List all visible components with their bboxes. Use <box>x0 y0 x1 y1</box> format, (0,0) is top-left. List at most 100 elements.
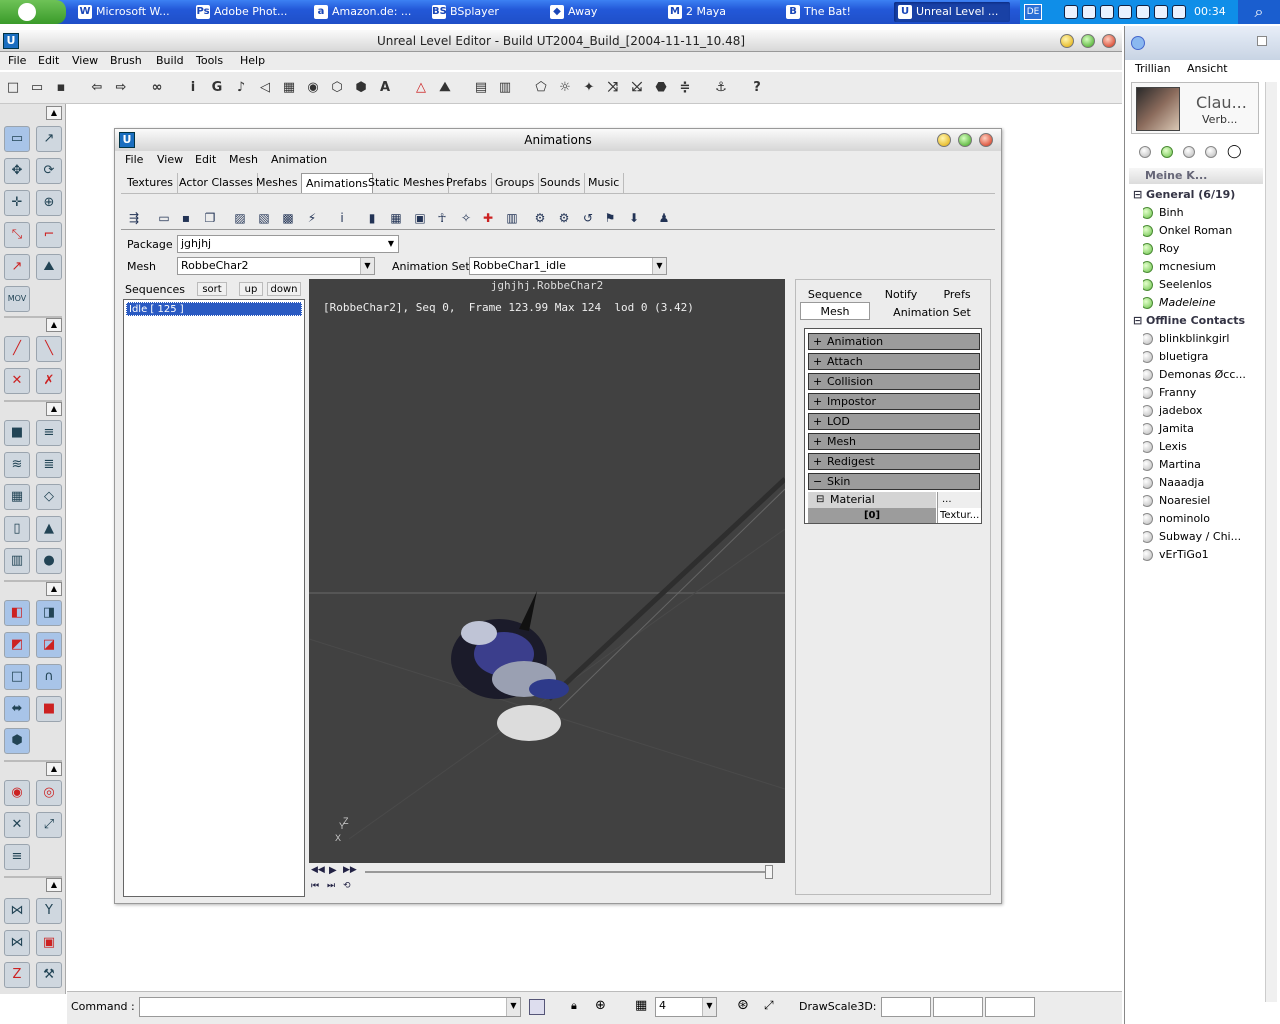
minimize-button[interactable] <box>937 133 951 147</box>
list-item[interactable]: blinkblinkgirl <box>1143 332 1261 346</box>
z-icon[interactable]: Z <box>4 962 30 988</box>
terrain-edit-icon[interactable]: ⛰ <box>36 254 62 280</box>
special-brush-icon[interactable]: ∩ <box>36 664 62 690</box>
font-icon[interactable]: A <box>376 79 394 97</box>
add-icon[interactable]: ◧ <box>4 600 30 626</box>
list-item[interactable]: Onkel Roman <box>1143 224 1261 238</box>
kismet-icon[interactable]: ▤ <box>472 79 490 97</box>
list-item[interactable]: Subway / Chi... <box>1143 530 1261 544</box>
wrench-icon[interactable]: ✕ <box>4 812 30 838</box>
material-browse-button[interactable]: ... <box>937 492 981 508</box>
light-build-icon[interactable]: ✦ <box>580 79 598 97</box>
light-icon[interactable]: ☼ <box>556 79 574 97</box>
mirror-x-icon[interactable]: ⋈ <box>4 898 30 924</box>
matinee-icon[interactable]: MOV <box>4 286 30 312</box>
collapse-icon[interactable]: ▲ <box>46 106 62 120</box>
options-icon[interactable]: ≑ <box>676 79 694 97</box>
menu-trillian[interactable]: Trillian <box>1135 62 1171 75</box>
sphere-icon[interactable]: ● <box>36 548 62 574</box>
subtract-brush-icon[interactable]: ╲ <box>36 336 62 362</box>
last-frame-icon[interactable]: ⏭ <box>327 881 341 893</box>
drawscale-y-input[interactable] <box>933 997 983 1017</box>
mirror-y-icon[interactable]: Y <box>36 898 62 924</box>
log-icon[interactable] <box>529 999 545 1015</box>
select-all-icon[interactable]: ⤢ <box>36 812 62 838</box>
list-item[interactable]: Martina <box>1143 458 1261 472</box>
list-item[interactable]: Binh <box>1143 206 1261 220</box>
timeline-slider[interactable] <box>765 865 773 879</box>
curved-stairs-icon[interactable]: ≋ <box>4 452 30 478</box>
stairs-icon[interactable]: ≡ <box>36 420 62 446</box>
antivirus-icon[interactable] <box>1172 5 1186 19</box>
collapse-icon[interactable]: ▲ <box>46 582 62 596</box>
mirror-z-icon[interactable]: ⋈ <box>4 930 30 956</box>
maximize-viewport-icon[interactable]: ⤢ <box>764 998 774 1013</box>
move-icon[interactable]: ✛ <box>4 190 30 216</box>
bounds-icon[interactable]: ▣ <box>411 209 429 227</box>
language-indicator[interactable]: DE <box>1024 4 1042 20</box>
prop-lod[interactable]: + LOD <box>808 413 980 430</box>
menu-file[interactable]: File <box>125 153 143 166</box>
list-item[interactable]: Madeleine <box>1143 296 1261 310</box>
search-icon[interactable]: ◯ <box>1227 144 1242 159</box>
music-icon[interactable]: ♪ <box>232 79 250 97</box>
tab-prefabs[interactable]: Prefabs <box>442 173 492 193</box>
open-icon[interactable]: ▭ <box>155 209 173 227</box>
grid-icon[interactable]: ▦ <box>635 998 647 1013</box>
list-item[interactable]: Franny <box>1143 386 1261 400</box>
sequence-list[interactable]: Idle [ 125 ] <box>123 299 305 897</box>
list-item[interactable]: Noaresiel <box>1143 494 1261 508</box>
group-general[interactable]: ⊟ General (6/19) <box>1133 188 1235 201</box>
tab-prefs[interactable]: Prefs <box>932 286 982 304</box>
list-item[interactable]: Idle [ 125 ] <box>126 302 302 316</box>
prop-impostor[interactable]: + Impostor <box>808 393 980 410</box>
volume-icon[interactable] <box>1154 5 1168 19</box>
tab-animations[interactable]: Animations <box>301 173 373 193</box>
intersect-icon[interactable]: ✕ <box>4 368 30 394</box>
tab-animation-set[interactable]: Animation Set <box>876 304 988 322</box>
deintersect-csg-icon[interactable]: ◪ <box>36 632 62 658</box>
bones-icon[interactable]: ✧ <box>457 209 475 227</box>
sort-button[interactable]: sort <box>197 282 227 296</box>
task-photoshop[interactable]: Ps Adobe Phot... <box>192 2 304 22</box>
animset-combo[interactable]: RobbeChar1_idle ▼ <box>469 257 667 275</box>
tab-static-meshes[interactable]: Static Meshes <box>364 173 450 193</box>
intersect-csg-icon[interactable]: ◩ <box>4 632 30 658</box>
package-combo[interactable]: jghjhj ▼ <box>177 235 399 253</box>
undo-icon[interactable]: ⇦ <box>88 79 106 97</box>
material-row[interactable]: ⊟ Material <box>808 492 936 508</box>
prev-frame-icon[interactable]: ◀◀ <box>311 865 325 877</box>
list-item[interactable]: vErTiGo1 <box>1143 548 1261 562</box>
geometry-icon[interactable]: ⬠ <box>532 79 550 97</box>
prefab-icon[interactable]: ⚑ <box>601 209 619 227</box>
tab-music[interactable]: Music <box>584 173 625 193</box>
command-input[interactable]: ▼ <box>139 997 521 1017</box>
list-item[interactable]: Naaadja <box>1143 476 1261 490</box>
list-item[interactable]: Seelenlos <box>1143 278 1261 292</box>
eye-icon[interactable] <box>1161 146 1173 158</box>
status-icon[interactable] <box>1139 146 1151 158</box>
close-button[interactable] <box>979 133 993 147</box>
messenger-icon[interactable] <box>1118 5 1132 19</box>
list-item[interactable]: Roy <box>1143 242 1261 256</box>
add-mover-icon[interactable]: □ <box>4 664 30 690</box>
grid-size-combo[interactable]: 4 ▼ <box>655 997 717 1017</box>
subtract-icon[interactable]: ◨ <box>36 600 62 626</box>
list-item[interactable]: Lexis <box>1143 440 1261 454</box>
task-unreal[interactable]: U Unreal Level ... <box>894 2 1010 22</box>
menu-view[interactable]: View <box>157 153 183 166</box>
collapse-icon[interactable]: ▲ <box>46 402 62 416</box>
texture-icon[interactable]: ▦ <box>280 79 298 97</box>
lod-icon[interactable]: ⚙ <box>555 209 573 227</box>
open-icon[interactable]: ▭ <box>28 79 46 97</box>
portal-icon[interactable]: ⬌ <box>4 696 30 722</box>
tab-actor-classes[interactable]: Actor Classes <box>175 173 258 193</box>
profile-card[interactable]: Clau... Verb... <box>1131 82 1259 134</box>
task-thebat[interactable]: B The Bat! <box>782 2 888 22</box>
show-selected-icon[interactable]: ◉ <box>4 780 30 806</box>
sync-icon[interactable] <box>1136 5 1150 19</box>
mesh-combo[interactable]: RobbeChar2 ▼ <box>177 257 375 275</box>
network-icon[interactable] <box>1100 5 1114 19</box>
new-icon[interactable]: □ <box>4 79 22 97</box>
crosshair-icon[interactable]: ⊕ <box>595 998 606 1013</box>
